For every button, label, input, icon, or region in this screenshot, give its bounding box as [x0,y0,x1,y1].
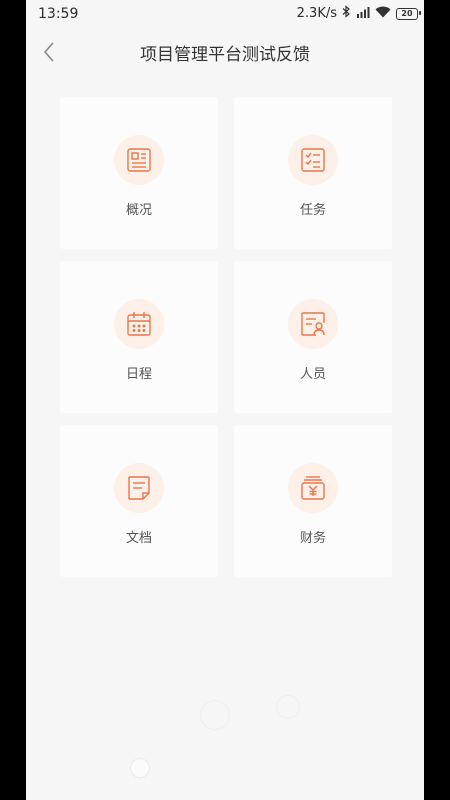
module-label: 概况 [125,203,152,218]
page-title: 项目管理平台测试反馈 [140,45,310,65]
background-decoration [200,700,230,730]
status-bar: 13:59 2.3K/s 20 [26,0,424,28]
module-label: 任务 [299,203,326,218]
module-label: 人员 [299,367,326,382]
finance-icon [288,463,338,513]
background-decoration [276,695,300,719]
module-label: 文档 [125,531,152,546]
battery-icon: 20 [396,7,421,20]
module-grid: 概况 任务 日程 人员 文档 财务 [60,97,392,577]
module-overview[interactable]: 概况 [60,97,218,249]
signal-icon [356,6,370,22]
overview-icon [114,135,164,185]
background-decoration [130,758,150,778]
module-task[interactable]: 任务 [234,97,392,249]
document-icon [114,463,164,513]
module-document[interactable]: 文档 [60,425,218,577]
person-card-icon [288,299,338,349]
status-time: 13:59 [38,6,79,22]
app-header: 项目管理平台测试反馈 [26,28,424,76]
task-checklist-icon [288,135,338,185]
calendar-icon [114,299,164,349]
module-finance[interactable]: 财务 [234,425,392,577]
status-indicators: 2.3K/s 20 [296,5,421,22]
network-speed: 2.3K/s [296,6,337,21]
bluetooth-icon [342,5,351,22]
module-label: 日程 [125,367,152,382]
wifi-icon [375,6,391,22]
app-screen: 13:59 2.3K/s 20 项目管理平台测试反馈 概况 任务 日程 人员 文… [26,0,424,800]
module-label: 财务 [299,531,326,546]
module-personnel[interactable]: 人员 [234,261,392,413]
module-schedule[interactable]: 日程 [60,261,218,413]
